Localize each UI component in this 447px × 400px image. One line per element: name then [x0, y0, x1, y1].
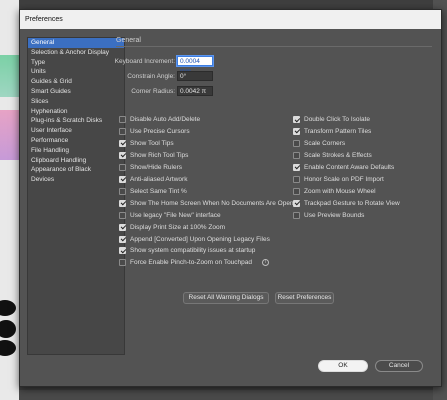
checkbox-label: Transform Pattern Tiles — [304, 127, 372, 135]
checkbox-label: Force Enable Pinch-to-Zoom on Touchpad — [130, 259, 253, 267]
checkbox[interactable] — [119, 151, 126, 159]
checkbox[interactable] — [293, 211, 300, 219]
keyboard-increment-label: Keyboard Increment: — [114, 58, 175, 65]
keyboard-increment-row: Keyboard Increment: 0.0004 mm — [114, 56, 274, 75]
checkbox-label: Trackpad Gesture to Rotate View — [304, 199, 400, 207]
sidebar-item-units[interactable]: Units — [28, 67, 124, 77]
checkbox[interactable] — [119, 247, 126, 255]
sidebar-item-general[interactable]: General — [28, 38, 124, 48]
sidebar-item-type[interactable]: Type — [28, 58, 124, 68]
checkbox-label: Zoom with Mouse Wheel — [304, 187, 376, 195]
checkbox[interactable] — [293, 163, 300, 171]
window-title: Preferences — [20, 10, 441, 29]
sidebar-item-slices[interactable]: Slices — [28, 97, 124, 107]
checkbox[interactable] — [119, 259, 126, 267]
sidebar-item-user-interface[interactable]: User Interface — [28, 126, 124, 136]
canvas-swatch-green — [0, 55, 19, 97]
checkbox[interactable] — [119, 199, 126, 207]
sidebar-item-clipboard-handling[interactable]: Clipboard Handling — [28, 156, 124, 166]
preferences-dialog: Preferences General Selection & Anchor Di… — [19, 9, 442, 387]
checkbox[interactable] — [293, 151, 300, 159]
checkbox[interactable] — [293, 175, 300, 183]
checkbox[interactable] — [293, 139, 300, 147]
checkbox[interactable] — [119, 163, 126, 171]
constrain-angle-label: Constrain Angle: — [127, 73, 175, 80]
sidebar-item-hyphenation[interactable]: Hyphenation — [28, 107, 124, 117]
reset-preferences-button[interactable]: Reset Preferences — [275, 292, 334, 304]
panel-title: General — [116, 37, 141, 44]
corner-radius-row: Corner Radius: 0.0042 π — [116, 86, 274, 97]
corner-radius-input[interactable]: 0.0042 π — [177, 86, 213, 96]
keyboard-increment-input[interactable]: 0.0004 mm — [177, 56, 213, 75]
sidebar-item-performance[interactable]: Performance — [28, 136, 124, 146]
canvas-bottom-edge — [19, 390, 433, 400]
checkbox-label: Anti-aliased Artwork — [130, 175, 188, 183]
constrain-angle-input[interactable]: 0° — [177, 71, 213, 81]
panel-divider — [116, 46, 432, 47]
checkbox[interactable] — [119, 175, 126, 183]
cancel-button[interactable]: Cancel — [375, 360, 423, 372]
checkbox[interactable] — [119, 223, 126, 231]
checkbox-label: Disable Auto Add/Delete — [130, 116, 201, 123]
ok-button[interactable]: OK — [318, 360, 368, 372]
checkbox-label: Show Tool Tips — [130, 139, 174, 147]
checkbox[interactable] — [119, 139, 126, 147]
checkbox-label: Show system compatibility issues at star… — [130, 247, 256, 255]
checkbox-label: Honor Scale on PDF Import — [304, 175, 384, 183]
checkbox-label: Double Click To Isolate — [304, 116, 370, 123]
checkbox-label: Show The Home Screen When No Documents A… — [130, 199, 294, 207]
checkbox-label: Use legacy "File New" interface — [130, 211, 221, 219]
checkbox[interactable] — [119, 235, 126, 243]
constrain-angle-row: Constrain Angle: 0° — [116, 71, 274, 82]
checkbox[interactable] — [119, 187, 126, 195]
sidebar-item-smart-guides[interactable]: Smart Guides — [28, 87, 124, 97]
checkbox-label: Append [Converted] Upon Opening Legacy F… — [130, 235, 270, 243]
checkbox[interactable] — [293, 127, 300, 135]
checkbox-label: Use Precise Cursors — [130, 127, 190, 135]
checkbox[interactable] — [119, 127, 126, 135]
reset-warning-dialogs-button[interactable]: Reset All Warning Dialogs — [183, 292, 269, 304]
checkbox-label: Show/Hide Rulers — [130, 163, 183, 171]
checkbox-label: Scale Corners — [304, 139, 346, 147]
checkbox[interactable] — [293, 116, 300, 123]
sidebar-item-plug-ins-scratch-disks[interactable]: Plug-ins & Scratch Disks — [28, 116, 124, 126]
checkbox-label: Show Rich Tool Tips — [130, 151, 189, 159]
checkbox[interactable] — [293, 187, 300, 195]
checkbox-label: Scale Strokes & Effects — [304, 151, 372, 159]
sidebar-item-selection-anchor-display[interactable]: Selection & Anchor Display — [28, 48, 124, 58]
sidebar-item-appearance-of-black[interactable]: Appearance of Black — [28, 165, 124, 175]
sidebar-item-guides-grid[interactable]: Guides & Grid — [28, 77, 124, 87]
sidebar-item-devices[interactable]: Devices — [28, 175, 124, 185]
checkbox[interactable] — [119, 211, 126, 219]
canvas-swatch-pink — [0, 110, 19, 160]
info-icon[interactable]: i — [262, 259, 269, 267]
checkbox-label: Select Same Tint % — [130, 187, 187, 195]
checkbox[interactable] — [119, 116, 126, 123]
checkbox-label: Use Preview Bounds — [304, 211, 365, 219]
sidebar-item-file-handling[interactable]: File Handling — [28, 146, 124, 156]
preferences-sidebar: General Selection & Anchor Display Type Uni… — [27, 37, 125, 355]
checkbox-label: Enable Content Aware Defaults — [304, 163, 395, 171]
corner-radius-label: Corner Radius: — [131, 88, 175, 95]
checkbox[interactable] — [293, 199, 300, 207]
checkbox-label: Display Print Size at 100% Zoom — [130, 223, 226, 231]
